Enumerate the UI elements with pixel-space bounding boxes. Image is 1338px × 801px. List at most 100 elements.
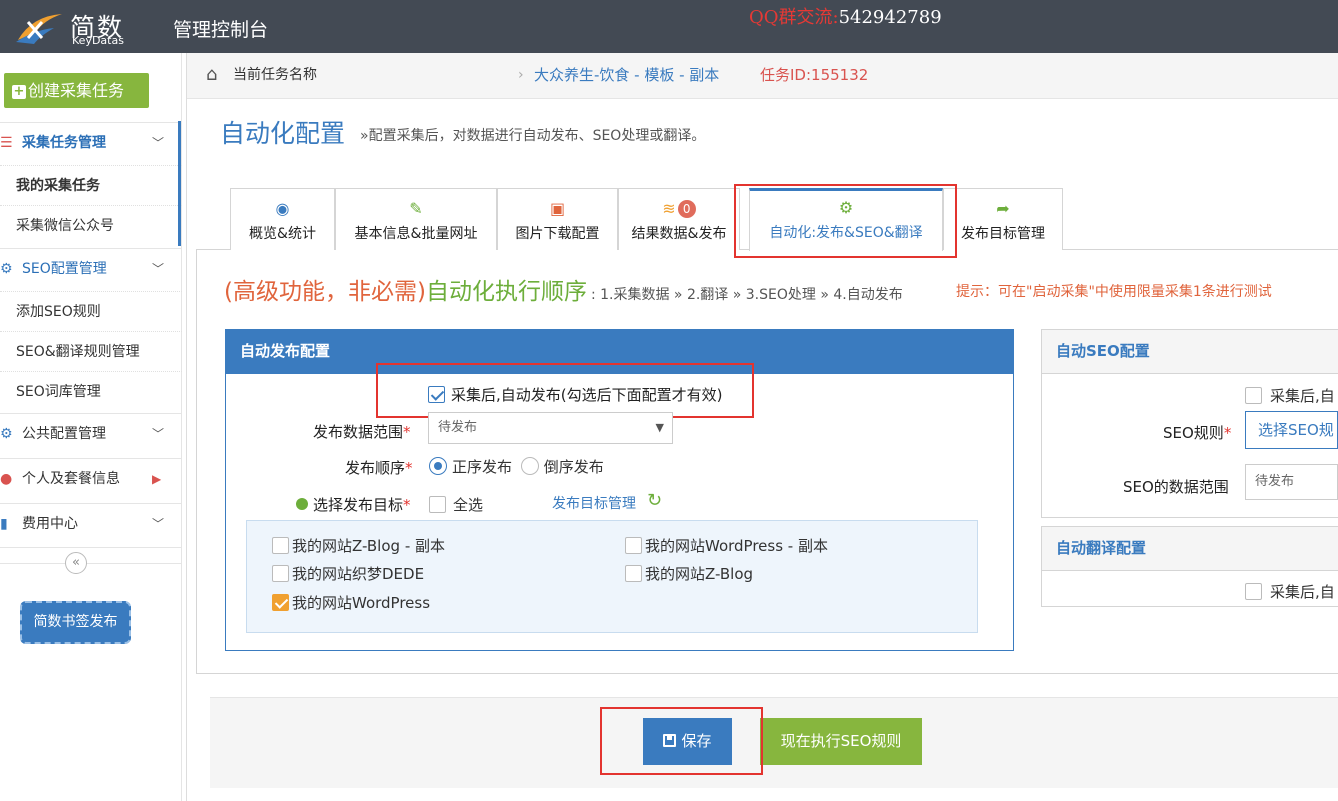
create-task-button[interactable]: + 创建采集任务 [4,73,149,108]
target-item[interactable]: 我的网站织梦DEDE [272,563,424,584]
tab-basic-info[interactable]: ✎ 基本信息&批量网址 [335,188,497,250]
tab-publish-targets[interactable]: ➦ 发布目标管理 [943,188,1063,250]
breadcrumb-separator: › [518,67,524,83]
logo-subtext: KeyDatas [72,34,124,47]
qq-group-text: QQ群交流:542942789 [749,3,942,29]
sidebar-item-my-tasks[interactable]: 我的采集任务 [0,165,182,205]
tab-label: 概览&统计 [249,226,316,242]
target-item[interactable]: 我的网站Z-Blog [625,563,753,584]
top-bar: 简数 KeyDatas 管理控制台 QQ群交流:542942789 [0,0,1338,53]
required-mark: * [1223,424,1232,442]
target-checkbox[interactable] [272,536,289,554]
seo-range-label: SEO的数据范围 [1123,478,1229,496]
logo-mark-icon [16,14,62,44]
test-tip: 提示：可在"启动采集"中使用限量采集1条进行测试 [956,284,1272,300]
radio-ascending-label: 正序发布 [452,458,513,476]
publish-target-manage-link[interactable]: 发布目标管理 [552,493,636,513]
target-checkbox[interactable] [625,564,642,582]
highlight-box-tab [734,184,957,258]
target-item[interactable]: 我的网站Z-Blog - 副本 [272,535,445,556]
execution-steps: : 1.采集数据 » 2.翻译 » 3.SEO处理 » 4.自动发布 [590,287,903,303]
create-task-label: 创建采集任务 [28,81,125,100]
sidebar-collapse-row: « [0,547,182,577]
share-icon: ➦ [996,199,1010,218]
sidebar-section-billing[interactable]: ▮ 费用中心 ﹀ [0,503,182,543]
radio-ascending[interactable]: 正序发布 [429,457,513,476]
range-label-text: 发布数据范围 [313,423,404,441]
radio-descending-button[interactable] [520,457,539,475]
collapse-sidebar-icon[interactable]: « [65,552,87,574]
sidebar-item-wechat[interactable]: 采集微信公众号 [0,205,182,245]
sidebar-section-seo[interactable]: ⚙ SEO配置管理 ﹀ [0,248,182,288]
sidebar-section-task-management[interactable]: ☰ 采集任务管理 ﹀ [0,122,182,162]
bar-chart-icon: ▮ [0,516,8,532]
radio-ascending-button[interactable] [429,457,447,475]
tab-label: 发布目标管理 [961,226,1045,242]
sidebar-item-seo-rule-manage[interactable]: SEO&翻译规则管理 [0,331,182,371]
target-item[interactable]: 我的网站WordPress - 副本 [625,535,828,556]
refresh-icon[interactable]: ↻ [647,490,662,511]
highlight-box-auto-publish [376,363,754,418]
sidebar-section-label: 费用中心 [22,516,78,532]
breadcrumb: ⌂ 当前任务名称 › 大众养生-饮食 - 模板 - 副本 任务ID:155132 [187,53,1338,99]
seo-rule-label-text: SEO规则 [1163,424,1224,442]
required-mark: * [405,459,413,477]
translate-auto-label: 采集后,自 [1270,583,1335,601]
select-all-label: 全选 [453,496,484,514]
gear-icon: ⚙ [0,261,13,277]
tab-image-download[interactable]: ▣ 图片下载配置 [497,188,618,250]
image-icon: ▣ [549,199,566,218]
sidebar-divider [186,53,187,801]
publish-range-select[interactable]: 待发布 ▼ [428,412,673,444]
sidebar-section-common-config[interactable]: ⚙ 公共配置管理 ﹀ [0,413,182,453]
radio-descending-label: 倒序发布 [543,458,604,476]
sidebar-section-account[interactable]: ● 个人及套餐信息 ▶ [0,458,182,498]
plus-icon: + [12,84,26,99]
qq-group-label: QQ群交流: [749,7,839,28]
seo-auto-option[interactable]: 采集后,自 [1245,385,1335,406]
target-checkbox[interactable] [272,593,289,611]
page-title: 自动化配置 [220,119,346,148]
caret-right-icon: ▶ [152,472,162,486]
advanced-feature-label: (高级功能，非必需) [224,279,426,305]
radio-descending[interactable]: 倒序发布 [520,457,604,476]
publish-order-radios: 正序发布 倒序发布 [429,456,604,477]
target-item[interactable]: 我的网站WordPress [272,592,430,613]
seo-range-select[interactable]: 待发布 [1245,464,1338,500]
target-checkbox[interactable] [625,536,642,554]
sidebar-item-seo-lexicon[interactable]: SEO词库管理 [0,371,182,411]
seo-auto-label: 采集后,自 [1270,387,1335,405]
order-label-text: 发布顺序 [345,459,406,477]
breadcrumb-label: 当前任务名称 [233,67,317,83]
select-all-checkbox[interactable] [429,495,446,513]
seo-config-heading: 自动SEO配置 [1042,330,1338,374]
translate-auto-checkbox[interactable] [1245,582,1262,600]
chevron-down-icon: ﹀ [152,517,165,531]
dropdown-arrow-icon: ▼ [655,421,664,434]
target-label-text: 我的网站织梦DEDE [292,565,425,583]
app-title: 管理控制台 [173,19,269,41]
tab-overview[interactable]: ◉ 概览&统计 [230,188,335,250]
sidebar-section-label: SEO配置管理 [22,261,107,277]
sidebar-section-label: 公共配置管理 [22,426,106,442]
seo-auto-checkbox[interactable] [1245,386,1262,404]
tab-result-data[interactable]: ≋ 0 结果数据&发布 [618,188,740,250]
breadcrumb-task-id: 任务ID:155132 [760,66,869,84]
target-label-text: 我的网站WordPress [292,594,431,612]
run-seo-rule-button[interactable]: 现在执行SEO规则 [760,718,922,765]
seo-rule-select[interactable]: 选择SEO规 [1245,411,1338,449]
breadcrumb-task-name[interactable]: 大众养生-饮食 - 模板 - 副本 [534,53,719,97]
home-icon[interactable]: ⌂ [206,53,217,97]
bookmark-publish-button[interactable]: 简数书签发布 [20,601,131,644]
tab-label: 图片下载配置 [515,226,600,242]
highlight-box-save [600,707,763,775]
publish-range-value: 待发布 [438,420,478,435]
sidebar-item-add-seo-rule[interactable]: 添加SEO规则 [0,291,182,331]
translate-config-heading: 自动翻译配置 [1042,527,1338,571]
page-subtitle: »配置采集后，对数据进行自动发布、SEO处理或翻译。 [360,128,706,144]
translate-auto-option[interactable]: 采集后,自 [1245,581,1335,602]
select-all-option[interactable]: 全选 [429,494,483,515]
chevron-down-icon: ﹀ [152,136,165,150]
keydatas-logo[interactable]: 简数 KeyDatas [14,6,144,48]
target-checkbox[interactable] [272,564,289,582]
